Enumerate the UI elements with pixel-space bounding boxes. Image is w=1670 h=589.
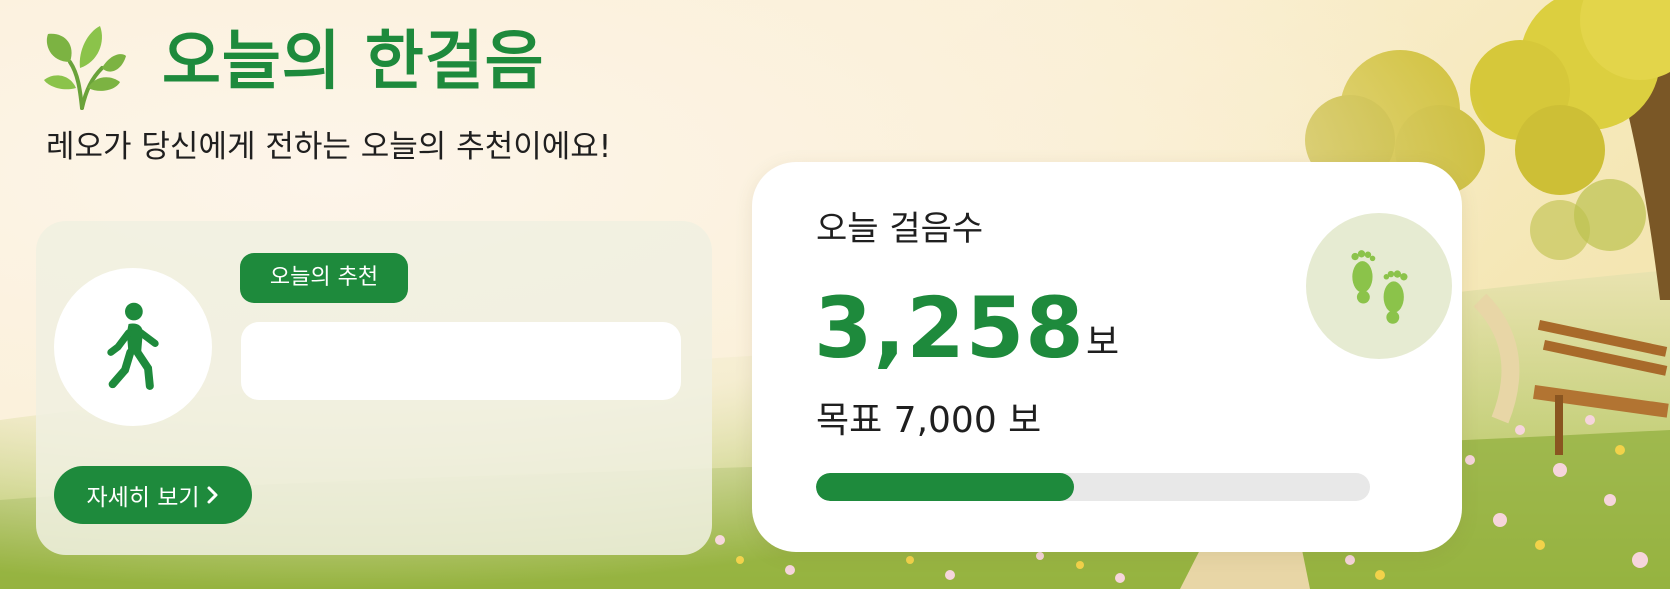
step-goal-text: 목표 7,000 보 bbox=[816, 400, 1042, 441]
walker-avatar bbox=[54, 268, 212, 426]
step-count-unit: 보 bbox=[1086, 322, 1120, 363]
chevron-right-icon bbox=[207, 486, 218, 504]
footprints-icon bbox=[1351, 250, 1408, 324]
step-count-label: 오늘 걸음수 bbox=[816, 209, 984, 249]
step-progress-bar bbox=[816, 473, 1370, 501]
walking-person-icon bbox=[107, 302, 159, 390]
recommendation-text-box bbox=[241, 322, 681, 400]
step-progress-fill bbox=[816, 473, 1074, 501]
step-count-value: 3,258 bbox=[814, 279, 1085, 377]
page-subtitle: 레오가 당신에게 전하는 오늘의 추천이에요! bbox=[46, 129, 612, 165]
footprints-badge bbox=[1306, 213, 1452, 359]
leaf-sprout-icon bbox=[40, 24, 126, 110]
detail-button-label: 자세히 보기 bbox=[86, 485, 200, 511]
detail-button[interactable]: 자세히 보기 bbox=[54, 466, 252, 524]
page-title: 오늘의 한걸음 bbox=[162, 25, 545, 99]
recommendation-badge: 오늘의 추천 bbox=[240, 253, 408, 303]
